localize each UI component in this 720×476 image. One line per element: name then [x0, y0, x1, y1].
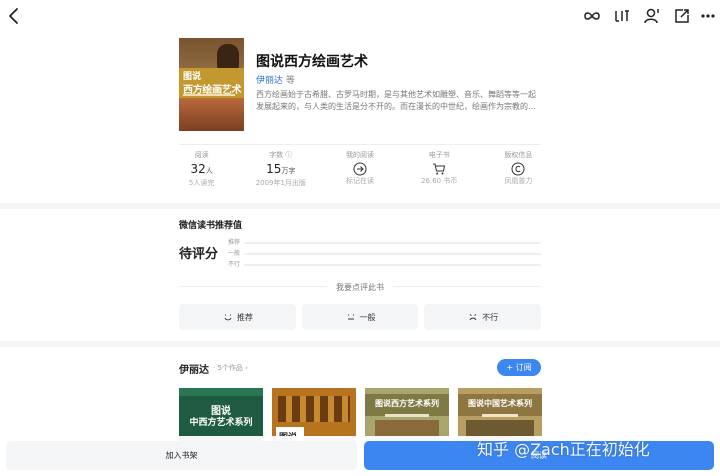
recommend-score: 待评分 [179, 247, 219, 262]
stats-row: 阅读 32人 5人读完 字数 ⓘ 15万字 2009年1月出版 我的阅读 标记在… [162, 150, 558, 194]
section-separator [0, 341, 720, 347]
more-icon[interactable] [698, 6, 718, 26]
watermark: 知乎 @Zach正在初始化 [477, 440, 650, 459]
author-book-thumb[interactable]: 图说 [272, 388, 356, 443]
neutral-face-icon [347, 314, 354, 320]
author-link[interactable]: 伊丽达 [256, 76, 283, 86]
infinity-icon[interactable] [582, 6, 602, 26]
rate-recommend-button[interactable]: 推荐 [179, 304, 296, 330]
stat-readers[interactable]: 阅读 32人 5人读完 [162, 150, 241, 194]
rating-buttons: 推荐 一般 不行 [179, 304, 542, 330]
book-description[interactable]: 西方绘画始于古希腊、古罗马时期，是与其他艺术如雕塑、音乐、舞蹈等等一起发展起来的… [256, 89, 541, 113]
back-icon[interactable] [4, 5, 26, 27]
book-cover[interactable]: 图说 西方绘画艺术 [179, 38, 244, 131]
sad-face-icon [469, 314, 477, 321]
book-title: 图说西方绘画艺术 [256, 54, 368, 70]
subscribe-button[interactable]: + 订阅 [497, 359, 541, 376]
divider [179, 144, 541, 145]
smile-icon [224, 314, 232, 321]
author-name[interactable]: 伊丽达 [179, 361, 209, 376]
recommend-title: 微信读书推荐值 [179, 221, 243, 231]
cart-icon [433, 163, 446, 175]
rating-bar-average: 一般 [228, 249, 541, 259]
listen-icon[interactable] [612, 6, 632, 26]
cover-figure [217, 44, 239, 68]
author-book-thumb[interactable]: 图说中国艺术系列 [458, 388, 542, 443]
arrow-right-circle-icon [353, 162, 367, 176]
word-count: 15 [266, 162, 282, 176]
review-prompt: 我要点评此书 [336, 283, 384, 292]
user-icon[interactable] [642, 6, 662, 26]
author-book-thumb[interactable]: 图说西方艺术系列 [365, 388, 449, 443]
share-icon[interactable] [672, 6, 692, 26]
rate-average-button[interactable]: 一般 [301, 304, 419, 330]
book-author: 伊丽达 等 [256, 73, 295, 86]
author-works-link[interactable]: · 5个作品 › [213, 363, 248, 373]
section-separator [0, 203, 720, 209]
stat-my-reading[interactable]: 我的阅读 标记在读 [320, 150, 399, 194]
rate-poor-button[interactable]: 不行 [424, 304, 542, 330]
author-suffix: 等 [285, 76, 295, 86]
copyright-icon [511, 162, 525, 176]
stat-copyright[interactable]: 版权信息 凤凰普力 [479, 150, 558, 194]
readers-count: 32 [190, 162, 206, 176]
add-to-shelf-button[interactable]: 加入书架 [6, 441, 357, 470]
author-book-thumb[interactable]: 图说 中西方艺术系列 [179, 388, 263, 443]
stat-word-count[interactable]: 字数 ⓘ 15万字 2009年1月出版 [241, 150, 320, 194]
rating-bar-poor: 不行 [228, 260, 541, 270]
stat-ebook[interactable]: 电子书 26.60 书币 [400, 150, 479, 194]
rating-bar-recommend: 推荐 [228, 238, 541, 248]
top-bar [0, 0, 720, 32]
